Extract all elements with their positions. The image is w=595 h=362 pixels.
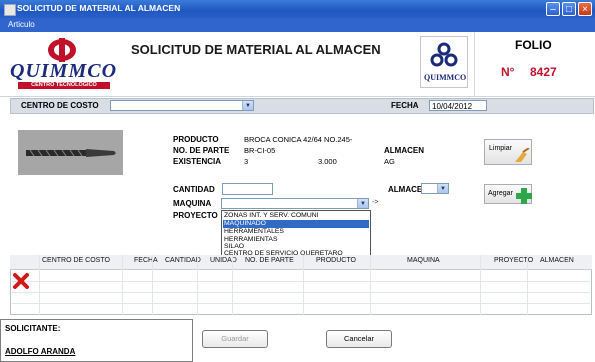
maquina-label: MAQUINA — [173, 199, 212, 208]
cantidad-label: CANTIDAD — [173, 185, 215, 194]
logo-left-subtitle: CENTRO TECNOLOGICO — [18, 82, 110, 89]
col-cantidad[interactable]: CANTIDAD — [165, 257, 201, 264]
maquina-option[interactable]: HERRAMENTALES — [223, 228, 369, 236]
maquina-arrow: -> — [372, 199, 379, 206]
close-icon[interactable]: × — [578, 2, 592, 16]
maquina-dropdown-list[interactable]: ZONAS INT. Y SERV. COMUNI MAQUINADO HERR… — [221, 210, 371, 258]
maquina-option-selected[interactable]: MAQUINADO — [223, 220, 369, 228]
maquina-option[interactable]: ZONAS INT. Y SERV. COMUNI — [223, 212, 369, 220]
limpiar-button[interactable]: Limpiar — [484, 139, 532, 165]
menu-articulo[interactable]: Articulo — [8, 20, 35, 29]
logo-left-text: QUIMMCO — [10, 60, 118, 82]
cancelar-button[interactable]: Cancelar — [326, 330, 392, 348]
app-icon — [4, 4, 16, 16]
plus-icon — [516, 188, 532, 204]
product-image — [18, 130, 123, 175]
quimmco-logo-left: QUIMMCO CENTRO TECNOLOGICO — [8, 36, 116, 90]
producto-label: PRODUCTO — [173, 135, 219, 144]
almacen-select[interactable]: ▼ — [421, 183, 449, 194]
grid-col-divider — [303, 255, 304, 315]
cantidad-input[interactable] — [222, 183, 273, 195]
agregar-label: Agregar — [488, 190, 513, 197]
chevron-down-icon[interactable]: ▼ — [357, 199, 368, 208]
existencia-label: EXISTENCIA — [173, 157, 222, 166]
centro-de-costo-label: CENTRO DE COSTO — [21, 101, 99, 110]
grid-col-divider — [152, 255, 153, 315]
centro-de-costo-bar: CENTRO DE COSTO ▼ FECHA 10/04/2012 — [10, 98, 594, 114]
drill-bit-icon — [26, 149, 116, 157]
solicitante-box: SOLICITANTE: ADOLFO ARANDA — [0, 319, 193, 362]
logo-right-text: QUIMMCO — [424, 73, 467, 82]
fecha-label: FECHA — [391, 101, 419, 110]
trefoil-logo-icon — [430, 42, 458, 67]
quimmco-logo-right: QUIMMCO — [420, 36, 468, 88]
grid-col-divider — [39, 255, 40, 315]
centro-de-costo-select[interactable]: ▼ — [110, 100, 254, 111]
window-titlebar[interactable]: SOLICITUD DE MATERIAL AL ALMACEN – □ × — [0, 0, 595, 18]
window-title: SOLICITUD DE MATERIAL AL ALMACEN — [17, 3, 181, 13]
broom-icon — [515, 148, 530, 162]
grid-col-divider — [197, 255, 198, 315]
grid-row-divider — [12, 281, 590, 282]
folio-number: 8427 — [530, 65, 557, 79]
grid-col-divider — [480, 255, 481, 315]
almacen-info-label: ALMACEN — [384, 146, 424, 155]
folio-prefix: N° — [501, 65, 515, 79]
menu-bar: Articulo — [0, 18, 595, 32]
existencia-value-2: 3.000 — [318, 157, 337, 166]
chevron-down-icon[interactable]: ▼ — [242, 101, 253, 110]
folio-panel: FOLIO N° 8427 — [474, 32, 595, 96]
guardar-button[interactable]: Guardar — [202, 330, 268, 348]
header: QUIMMCO CENTRO TECNOLOGICO SOLICITUD DE … — [0, 32, 595, 97]
col-fecha[interactable]: FECHA — [134, 257, 158, 264]
col-maquina[interactable]: MAQUINA — [407, 257, 440, 264]
col-centro-de-costo[interactable]: CENTRO DE COSTO — [42, 257, 110, 264]
col-no-de-parte[interactable]: NO. DE PARTE — [245, 257, 294, 264]
grid-col-divider — [527, 255, 528, 315]
minimize-icon[interactable]: – — [546, 2, 560, 16]
no-parte-label: NO. DE PARTE — [173, 146, 230, 155]
quimmco-mark-icon — [48, 38, 76, 62]
no-parte-value: BR-CI-05 — [244, 146, 276, 155]
maximize-icon[interactable]: □ — [562, 2, 576, 16]
fecha-field[interactable]: 10/04/2012 — [429, 100, 487, 111]
chevron-down-icon[interactable]: ▼ — [437, 184, 448, 193]
grid-col-divider — [122, 255, 123, 315]
grid-header: CENTRO DE COSTO FECHA CANTIDAD UNIDAD NO… — [10, 255, 592, 270]
col-producto[interactable]: PRODUCTO — [316, 257, 356, 264]
limpiar-label: Limpiar — [489, 145, 512, 152]
col-almacen[interactable]: ALMACEN — [540, 257, 574, 264]
maquina-select[interactable]: ▼ — [221, 198, 369, 209]
folio-label: FOLIO — [515, 38, 552, 52]
solicitante-name: ADOLFO ARANDA — [5, 347, 76, 356]
delete-x-icon[interactable] — [12, 272, 30, 290]
page-title: SOLICITUD DE MATERIAL AL ALMACEN — [131, 42, 381, 57]
almacen-info-value: AG — [384, 157, 395, 166]
agregar-button[interactable]: Agregar — [484, 184, 532, 204]
grid-col-divider — [370, 255, 371, 315]
grid-row-divider — [12, 303, 590, 304]
solicitante-label: SOLICITANTE: — [5, 324, 61, 333]
producto-value: BROCA CONICA 42/64 NO.245- — [244, 135, 353, 144]
grid-col-divider — [232, 255, 233, 315]
grid-row-divider — [12, 292, 590, 293]
proyecto-label: PROYECTO — [173, 211, 218, 220]
existencia-value: 3 — [244, 157, 249, 166]
